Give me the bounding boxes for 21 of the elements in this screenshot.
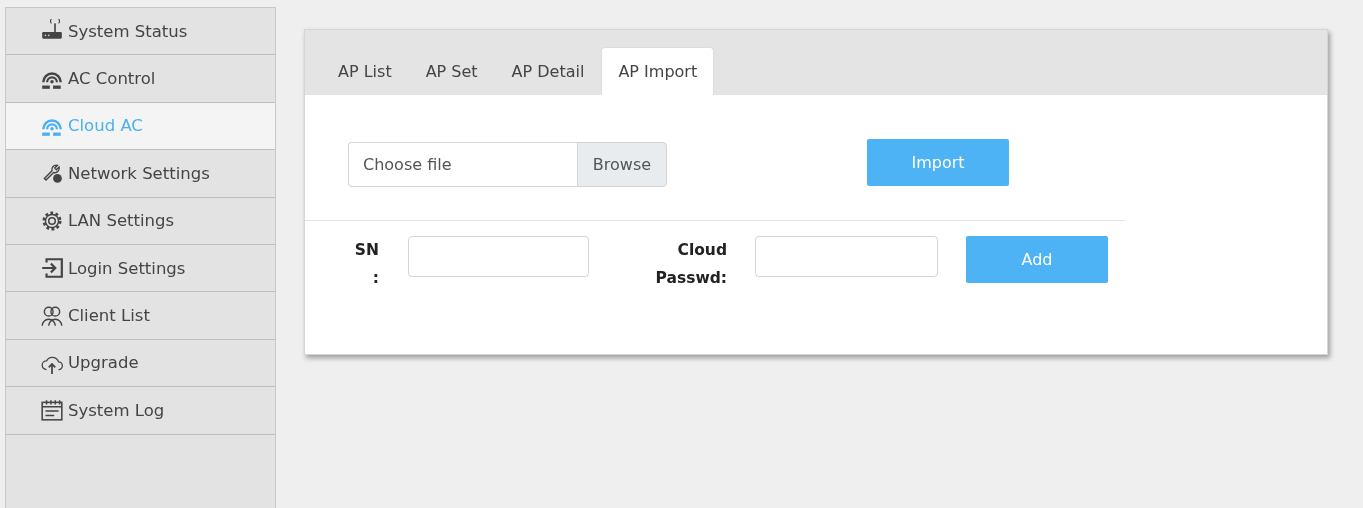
sidebar-item[interactable]: LAN Settings — [6, 197, 275, 245]
sidebar-item[interactable]: Network Settings — [6, 150, 275, 198]
tools-icon — [40, 161, 64, 186]
tab[interactable]: AP Set — [408, 47, 495, 95]
tab[interactable]: AP Detail — [494, 47, 602, 95]
cloud-passwd-field[interactable] — [755, 236, 938, 277]
sidebar-item[interactable]: System Status — [6, 8, 275, 56]
sidebar-item[interactable]: Login Settings — [6, 244, 275, 293]
tab[interactable]: AP List — [321, 47, 409, 95]
sn-field[interactable] — [408, 236, 589, 277]
sidebar-item[interactable]: System Log — [6, 387, 275, 435]
cloud-passwd-label: Cloud Passwd: — [654, 240, 727, 289]
file-field[interactable]: Choose file — [348, 141, 577, 187]
tab[interactable]: AP Import — [601, 47, 715, 95]
login-icon — [40, 256, 64, 281]
sidebar-item[interactable]: Upgrade — [6, 339, 275, 388]
calendar-icon — [40, 398, 64, 423]
sn-label: SN : — [353, 240, 379, 289]
sidebar-item[interactable]: Client List — [6, 292, 275, 340]
browse-button[interactable]: Browse — [577, 141, 667, 187]
sidebar-item[interactable]: AC Control — [6, 55, 275, 103]
